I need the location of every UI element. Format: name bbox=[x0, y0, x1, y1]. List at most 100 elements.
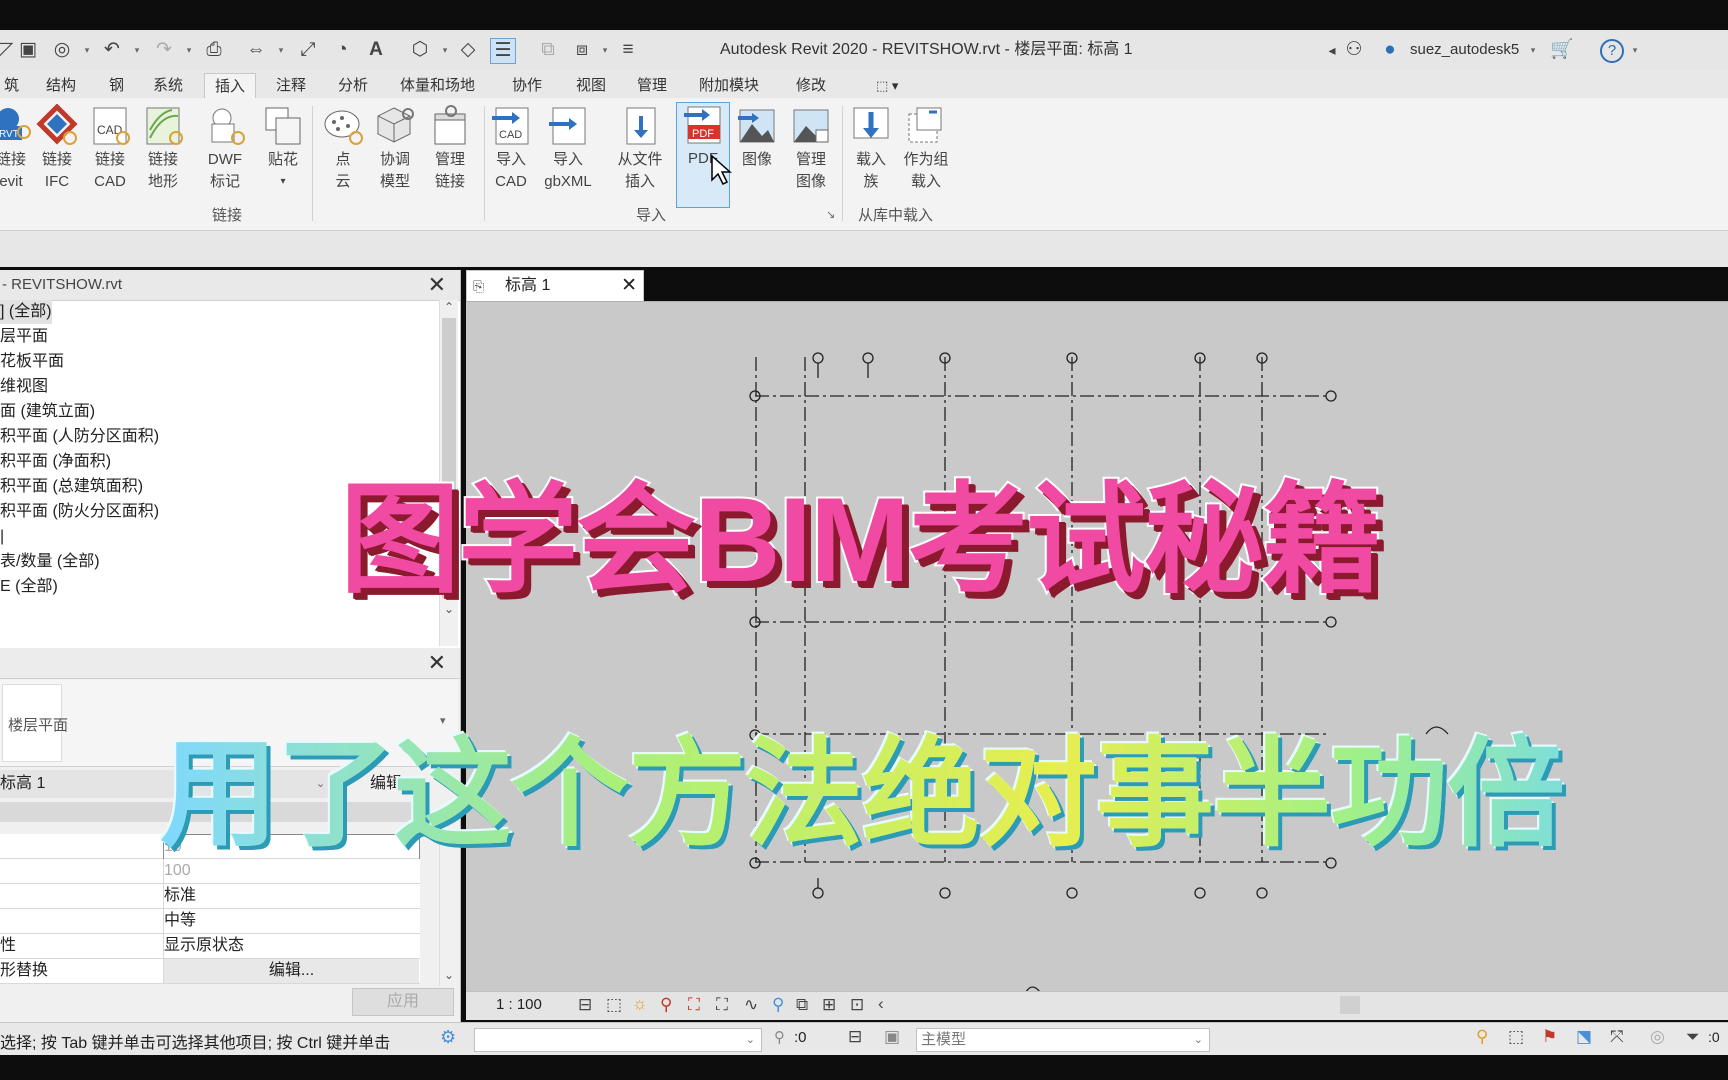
tab-systems[interactable]: 系统 bbox=[143, 73, 193, 98]
customize-qat-icon[interactable]: ≡ bbox=[616, 38, 640, 62]
user-dropdown-icon[interactable]: ▾ bbox=[1528, 39, 1538, 61]
workset-combo[interactable]: ⌄ bbox=[474, 1028, 762, 1052]
tag-icon[interactable]: ◔ bbox=[330, 38, 354, 62]
tab-analyze[interactable]: 分析 bbox=[328, 73, 378, 98]
tab-insert[interactable]: 插入 bbox=[204, 73, 257, 99]
reveal-hidden-icon[interactable]: ⧉ bbox=[796, 995, 808, 1015]
manage-links-button[interactable]: 管理 链接 bbox=[425, 104, 475, 204]
close-icon[interactable]: ✕ bbox=[428, 270, 446, 300]
tab-add-ins[interactable]: 附加模块 bbox=[689, 73, 769, 98]
tree-item[interactable]: ] (全部) bbox=[0, 300, 52, 324]
apply-button[interactable]: 应用 bbox=[352, 988, 454, 1016]
view-tab[interactable]: ⎘ 标高 1 ✕ bbox=[466, 270, 644, 301]
binoculars-icon[interactable]: ⚇ bbox=[1342, 38, 1366, 62]
tab-modify[interactable]: 修改 bbox=[786, 73, 836, 98]
link-revit-button[interactable]: RVT 链接 evit bbox=[0, 104, 36, 204]
show-crop-icon[interactable]: ⛶ bbox=[716, 995, 728, 1015]
measure-dropdown-icon[interactable]: ▾ bbox=[276, 39, 286, 61]
tree-item[interactable]: 积平面 (净面积) bbox=[0, 450, 111, 474]
select-by-face-icon[interactable]: ⬔ bbox=[1576, 1027, 1592, 1047]
sync-dropdown-icon[interactable]: ▾ bbox=[82, 39, 92, 61]
link-ifc-button[interactable]: 链接 IFC bbox=[32, 103, 82, 204]
collapse-left-icon[interactable]: ◂ bbox=[1320, 38, 1344, 62]
import-cad-button[interactable]: CAD 导入 CAD bbox=[486, 104, 536, 204]
sync-icon[interactable]: ◎ bbox=[50, 38, 74, 62]
decal-button[interactable]: 贴花 ▾ bbox=[258, 104, 308, 204]
manage-images-button[interactable]: 管理 图像 bbox=[786, 104, 836, 204]
sun-path-icon[interactable]: ☼ bbox=[632, 994, 648, 1014]
tree-item[interactable]: 表/数量 (全部) bbox=[0, 550, 100, 574]
drag-elements-icon[interactable]: ⤧ bbox=[1610, 1027, 1624, 1047]
tree-item[interactable]: 积平面 (防火分区面积) bbox=[0, 500, 159, 524]
link-cad-button[interactable]: CAD 链接 CAD bbox=[85, 104, 135, 204]
select-links-icon[interactable]: ⚲ bbox=[1476, 1027, 1488, 1047]
background-process-icon[interactable]: ◎ bbox=[1650, 1027, 1665, 1047]
text-icon[interactable]: A bbox=[364, 38, 388, 62]
select-underlay-icon[interactable]: ⬚ bbox=[1508, 1027, 1524, 1047]
select-pinned-icon[interactable]: ⚑ bbox=[1542, 1027, 1557, 1047]
dwf-markup-button[interactable]: DWF 标记 bbox=[200, 104, 250, 204]
save-icon[interactable]: ▣ bbox=[16, 38, 40, 62]
tree-item[interactable]: 维视图 bbox=[0, 375, 48, 399]
tab-steel[interactable]: 钢 bbox=[99, 73, 134, 98]
cart-icon[interactable]: 🛒 bbox=[1550, 38, 1574, 62]
panel-toggle-icon[interactable]: ⬚ ▾ bbox=[866, 73, 908, 98]
property-value[interactable]: 显示原状态 bbox=[163, 934, 419, 958]
decal-dropdown-icon[interactable]: ▾ bbox=[258, 172, 308, 192]
redo-dropdown-icon[interactable]: ▾ bbox=[184, 39, 194, 61]
crop-view-icon[interactable]: ⛶ bbox=[688, 995, 700, 1015]
graphics-override-edit-button[interactable]: 编辑... bbox=[163, 959, 419, 983]
drawing-canvas[interactable] bbox=[466, 301, 1728, 993]
shadows-icon[interactable]: ⚲ bbox=[660, 995, 672, 1015]
view-scale[interactable]: 1 : 100 bbox=[496, 996, 542, 1013]
switch-windows-icon[interactable]: ⧈ bbox=[570, 38, 594, 62]
scroll-up-icon[interactable]: ⌃ bbox=[440, 300, 458, 314]
redo-icon[interactable]: ↷ bbox=[152, 38, 176, 62]
thin-lines-icon[interactable]: ☰ bbox=[490, 38, 516, 64]
tree-item[interactable]: 积平面 (总建筑面积) bbox=[0, 475, 143, 499]
design-options-icon[interactable]: ⊟ bbox=[848, 1027, 862, 1047]
filter-icon[interactable]: ⏷ bbox=[1686, 1027, 1700, 1047]
tree-item[interactable]: | bbox=[0, 525, 4, 549]
tab-annotate[interactable]: 注释 bbox=[266, 73, 316, 98]
tab-view[interactable]: 视图 bbox=[566, 73, 616, 98]
worksets-icon[interactable]: ⚙ bbox=[440, 1027, 456, 1048]
measure-icon[interactable]: ⇔ bbox=[244, 38, 268, 62]
user-name[interactable]: suez_autodesk5 bbox=[1410, 30, 1519, 70]
print-icon[interactable]: ⎙ bbox=[202, 38, 226, 62]
combo-dropdown-icon[interactable]: ⌄ bbox=[1194, 1029, 1203, 1051]
tab-structure[interactable]: 结构 bbox=[36, 73, 86, 98]
3d-view-icon[interactable]: ⬡ bbox=[408, 38, 432, 62]
scroll-down-icon[interactable]: ⌄ bbox=[440, 968, 458, 982]
image-button[interactable]: 图像 bbox=[732, 104, 782, 204]
tree-item[interactable]: E (全部) bbox=[0, 575, 58, 599]
tree-item[interactable]: 花板平面 bbox=[0, 350, 64, 374]
editing-requests-icon[interactable]: ⚲ bbox=[774, 1028, 785, 1046]
property-value[interactable]: 中等 bbox=[163, 909, 419, 933]
point-cloud-button[interactable]: 点 云 bbox=[318, 104, 368, 204]
design-option-combo[interactable]: 主模型 ⌄ bbox=[916, 1028, 1210, 1052]
tree-item[interactable]: 面 (建筑立面) bbox=[0, 400, 95, 424]
tab-architecture[interactable]: 筑 bbox=[0, 73, 29, 98]
detail-level-icon[interactable]: ⊟ bbox=[578, 995, 592, 1015]
visual-style-icon[interactable]: ⬚ bbox=[606, 995, 622, 1015]
3d-dropdown-icon[interactable]: ▾ bbox=[440, 39, 450, 61]
tab-massing-site[interactable]: 体量和场地 bbox=[390, 73, 485, 98]
switch-dropdown-icon[interactable]: ▾ bbox=[600, 39, 610, 61]
collapse-bar-icon[interactable]: ‹ bbox=[878, 994, 884, 1014]
temp-view-props-icon[interactable]: ⊞ bbox=[822, 995, 836, 1015]
undo-icon[interactable]: ↶ bbox=[100, 38, 124, 62]
tab-collaborate[interactable]: 协作 bbox=[502, 73, 552, 98]
tree-item[interactable]: 积平面 (人防分区面积) bbox=[0, 425, 159, 449]
coordination-model-button[interactable]: 协调 模型 bbox=[370, 104, 420, 204]
close-icon[interactable]: ✕ bbox=[428, 648, 446, 678]
exclude-options-icon[interactable]: ▣ bbox=[884, 1027, 900, 1047]
combo-dropdown-icon[interactable]: ⌄ bbox=[746, 1029, 755, 1051]
undo-dropdown-icon[interactable]: ▾ bbox=[132, 39, 142, 61]
close-hidden-icon[interactable]: ⧉ bbox=[536, 38, 560, 62]
user-icon[interactable]: ● bbox=[1378, 38, 1402, 62]
load-as-group-button[interactable]: 作为组 载入 bbox=[898, 104, 954, 204]
analytical-model-icon[interactable]: ⊡ bbox=[850, 995, 864, 1015]
insert-from-file-button[interactable]: 从文件 插入 bbox=[612, 104, 668, 204]
unlocked-3d-icon[interactable]: ∿ bbox=[744, 995, 758, 1015]
